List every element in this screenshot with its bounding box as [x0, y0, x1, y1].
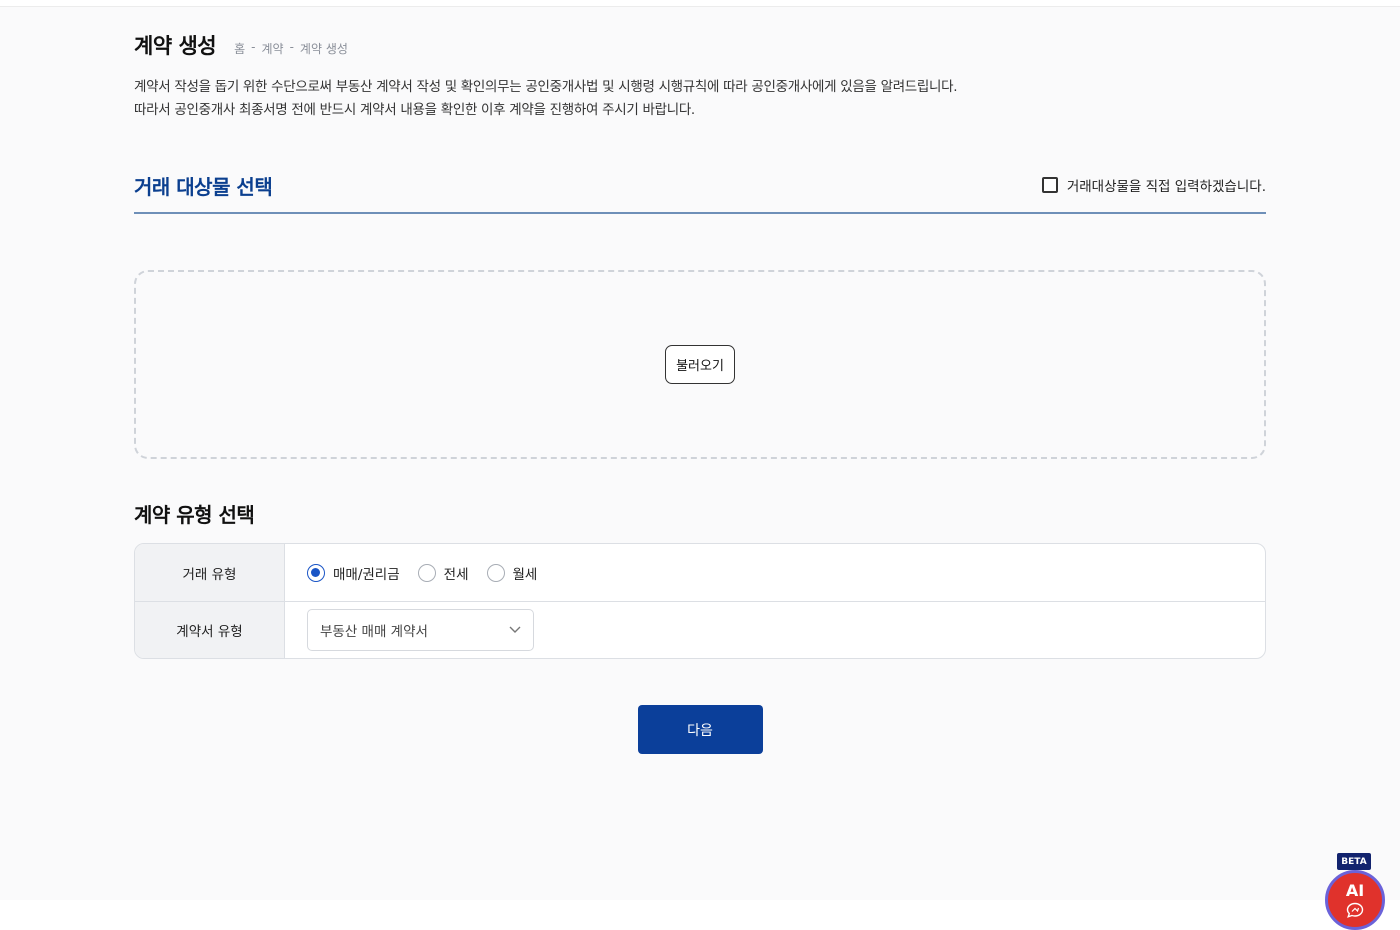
radio-sale-indicator[interactable]: [307, 563, 325, 582]
checkbox-box[interactable]: [1041, 177, 1058, 193]
contract-form-row: 계약서 유형 부동산 매매 계약서: [135, 601, 1265, 658]
chat-bubble-icon: [1346, 902, 1364, 918]
deal-type-radio-group: 매매/권리금 전세 월세: [307, 563, 537, 583]
breadcrumb-current: 계약 생성: [299, 42, 348, 56]
target-section-header: 거래 대상물 선택 거래대상물을 직접 입력하겠습니다.: [134, 158, 1266, 214]
contract-type-title: 계약 유형 선택: [134, 503, 255, 527]
top-border: [0, 0, 1400, 7]
deal-type-row: 거래 유형 매매/권리금 전세 월세: [135, 544, 1265, 601]
page-title: 계약 생성: [134, 34, 217, 58]
contract-type-table: 거래 유형 매매/권리금 전세 월세 계약서 유형 부동산 매매 계약서: [134, 543, 1266, 659]
contract-form-value: 부동산 매매 계약서: [320, 624, 428, 640]
radio-jeonse-label: 전세: [443, 566, 469, 583]
chevron-down-icon: [509, 623, 521, 637]
ai-circle[interactable]: AI: [1325, 870, 1385, 930]
contract-form-select[interactable]: 부동산 매매 계약서: [307, 609, 534, 651]
beta-badge: BETA: [1337, 853, 1371, 870]
radio-sale-label: 매매/권리금: [333, 566, 400, 583]
ai-assistant-button[interactable]: BETA AI: [1325, 853, 1385, 930]
legal-notice: 계약서 작성을 돕기 위한 수단으로써 부동산 계약서 작성 및 확인의무는 공…: [134, 76, 1266, 122]
radio-monthly-rent-indicator[interactable]: [486, 563, 505, 582]
title-row: 계약 생성 홈 - 계약 - 계약 생성: [134, 30, 1266, 58]
notice-line-1: 계약서 작성을 돕기 위한 수단으로써 부동산 계약서 작성 및 확인의무는 공…: [134, 79, 958, 95]
next-button[interactable]: 다음: [637, 705, 763, 754]
target-drop-area: 불러오기: [134, 270, 1266, 459]
radio-jeonse-indicator[interactable]: [417, 563, 436, 582]
contract-form-cell: 부동산 매매 계약서: [285, 602, 1265, 658]
radio-jeonse[interactable]: 전세: [417, 563, 469, 583]
radio-monthly-rent[interactable]: 월세: [486, 563, 538, 583]
contract-form-label: 계약서 유형: [135, 602, 285, 658]
breadcrumb-separator: -: [251, 40, 256, 54]
notice-line-2: 따라서 공인중개사 최종서명 전에 반드시 계약서 내용을 확인한 이후 계약을…: [134, 102, 695, 118]
direct-input-label: 거래대상물을 직접 입력하겠습니다.: [1066, 179, 1266, 195]
deal-type-label: 거래 유형: [135, 544, 285, 601]
target-section-title: 거래 대상물 선택: [134, 174, 273, 199]
breadcrumb-home[interactable]: 홈: [234, 40, 245, 57]
breadcrumb-contract[interactable]: 계약: [261, 40, 283, 57]
radio-sale[interactable]: 매매/권리금: [307, 563, 400, 583]
contract-create-page: 계약 생성 홈 - 계약 - 계약 생성 계약서 작성을 돕기 위한 수단으로써…: [134, 30, 1266, 754]
breadcrumb-separator: -: [289, 40, 294, 54]
ai-label: AI: [1345, 880, 1365, 900]
direct-input-checkbox[interactable]: 거래대상물을 직접 입력하겠습니다.: [1041, 175, 1266, 195]
breadcrumb: 홈 - 계약 - 계약 생성: [234, 40, 348, 57]
deal-type-options: 매매/권리금 전세 월세: [285, 544, 1265, 601]
radio-monthly-rent-label: 월세: [512, 566, 538, 583]
load-button[interactable]: 불러오기: [665, 345, 735, 384]
next-button-wrap: 다음: [134, 705, 1266, 754]
